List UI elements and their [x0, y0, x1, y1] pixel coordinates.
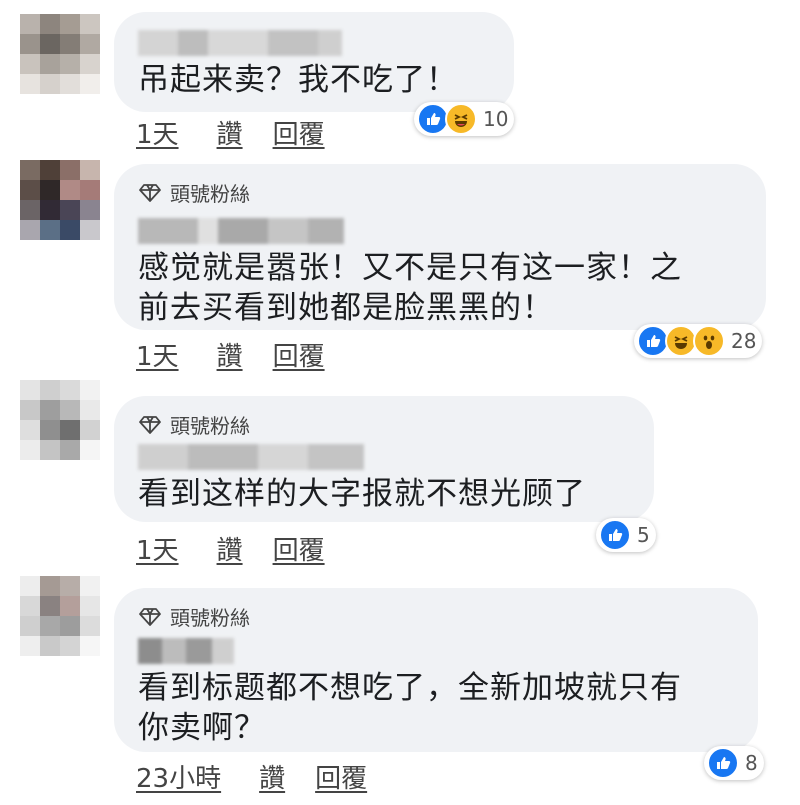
comment-text: 看到标题都不想吃了，全新加坡就只有 你卖啊？ — [138, 670, 682, 746]
comment-actions: 1天 讚 回覆 — [136, 336, 325, 373]
comment-bubble: 頭號粉絲 感觉就是嚣张！又不是只有这一家！之 前去买看到她都是脸黑黑的！ — [114, 164, 766, 330]
like-link[interactable]: 讚 — [217, 114, 243, 151]
comment-actions: 1天 讚 回覆 — [136, 114, 325, 151]
diamond-icon — [139, 415, 161, 434]
timestamp-link[interactable]: 1天 — [136, 336, 179, 373]
avatar[interactable] — [20, 576, 100, 656]
reaction-count: 8 — [745, 751, 758, 775]
reply-link[interactable]: 回覆 — [273, 530, 325, 567]
commenter-name-blurred[interactable] — [138, 444, 364, 470]
reaction-count: 10 — [483, 107, 509, 131]
reply-link[interactable]: 回覆 — [273, 114, 325, 151]
comment-bubble: 頭號粉絲 看到标题都不想吃了，全新加坡就只有 你卖啊？ — [114, 588, 758, 752]
reactions-summary[interactable]: 8 — [704, 746, 764, 780]
badge-label: 頭號粉絲 — [170, 606, 250, 630]
commenter-name-blurred[interactable] — [138, 218, 344, 244]
comment-actions: 1天 讚 回覆 — [136, 530, 325, 567]
reactions-summary[interactable]: 5 — [596, 518, 656, 552]
reactions-summary[interactable]: 10 — [414, 102, 515, 136]
comment-text: 吊起来卖？我不吃了！ — [138, 62, 458, 98]
avatar[interactable] — [20, 380, 100, 460]
comment-bubble: 頭號粉絲 看到这样的大字报就不想光顾了 — [114, 396, 654, 522]
diamond-icon — [139, 183, 161, 202]
haha-reaction-icon — [445, 103, 477, 135]
badge-label: 頭號粉絲 — [170, 414, 250, 438]
like-link[interactable]: 讚 — [217, 530, 243, 567]
wow-reaction-icon — [693, 325, 725, 357]
like-reaction-icon — [707, 747, 739, 779]
comment-text: 感觉就是嚣张！又不是只有这一家！之 前去买看到她都是脸黑黑的！ — [138, 250, 682, 326]
commenter-name-blurred[interactable] — [138, 638, 234, 664]
timestamp-link[interactable]: 1天 — [136, 530, 179, 567]
reaction-count: 5 — [637, 523, 650, 547]
reply-link[interactable]: 回覆 — [273, 336, 325, 373]
like-reaction-icon — [599, 519, 631, 551]
reactions-summary[interactable]: 28 — [634, 324, 763, 358]
comment-text: 看到这样的大字报就不想光顾了 — [138, 476, 586, 512]
comment-actions: 23小時 讚 回覆 — [136, 758, 367, 795]
top-fan-badge: 頭號粉絲 — [138, 178, 250, 207]
reply-link[interactable]: 回覆 — [315, 758, 367, 795]
like-link[interactable]: 讚 — [259, 758, 285, 795]
comment-bubble: 吊起来卖？我不吃了！ — [114, 12, 514, 112]
timestamp-link[interactable]: 23小時 — [136, 758, 221, 795]
avatar[interactable] — [20, 14, 100, 94]
like-link[interactable]: 讚 — [217, 336, 243, 373]
timestamp-link[interactable]: 1天 — [136, 114, 179, 151]
avatar[interactable] — [20, 160, 100, 240]
top-fan-badge: 頭號粉絲 — [138, 602, 250, 631]
diamond-icon — [139, 607, 161, 626]
reaction-count: 28 — [731, 329, 757, 353]
badge-label: 頭號粉絲 — [170, 182, 250, 206]
top-fan-badge: 頭號粉絲 — [138, 410, 250, 439]
commenter-name-blurred[interactable] — [138, 30, 342, 56]
